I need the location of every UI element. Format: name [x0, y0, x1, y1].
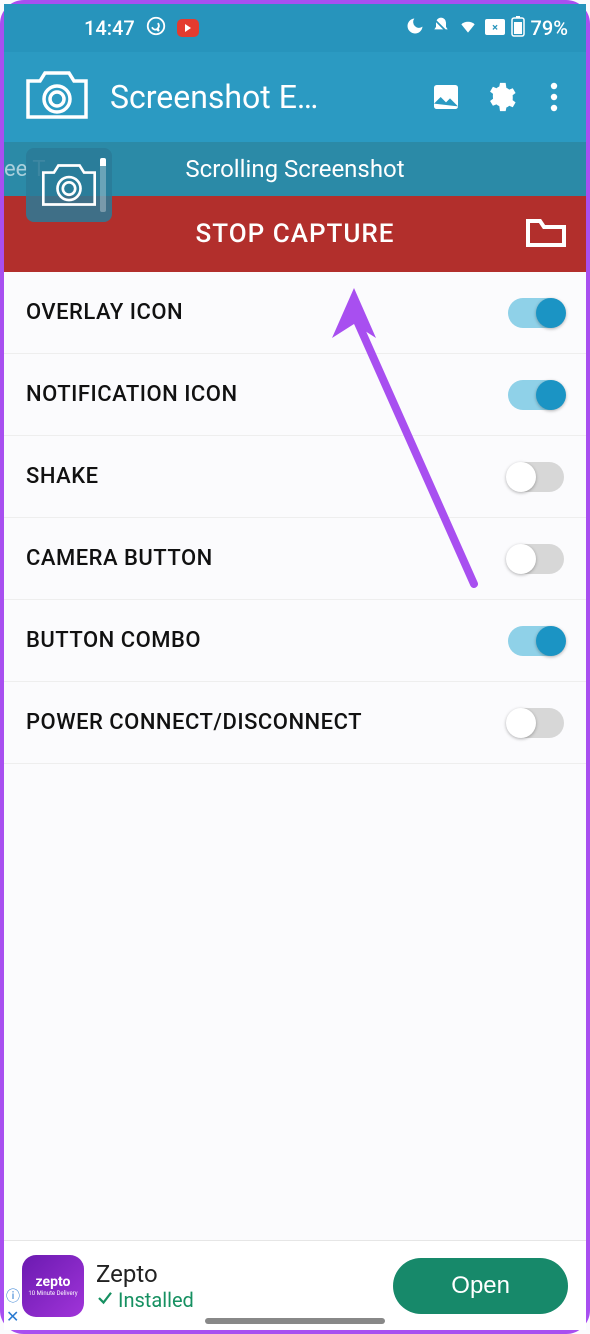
status-time: 14:47	[84, 16, 135, 40]
youtube-icon	[177, 19, 199, 37]
folder-icon[interactable]	[524, 213, 568, 256]
whatsapp-icon	[145, 15, 167, 42]
setting-label: CAMERA BUTTON	[26, 546, 213, 571]
app-bar: Screenshot E…	[4, 52, 586, 142]
ad-logo-text: zepto	[36, 1274, 71, 1290]
setting-label: SHAKE	[26, 464, 99, 489]
bell-off-icon	[431, 16, 451, 41]
overlay-floating-icon[interactable]	[26, 148, 112, 222]
ad-close-icon[interactable]: ✕	[6, 1307, 19, 1326]
setting-label: BUTTON COMBO	[26, 628, 201, 653]
setting-toggle[interactable]	[508, 708, 564, 738]
setting-label: NOTIFICATION ICON	[26, 382, 238, 407]
gallery-icon[interactable]	[428, 79, 464, 115]
app-title: Screenshot E…	[110, 78, 410, 116]
check-icon	[96, 1288, 114, 1312]
battery-percent: 79%	[531, 16, 568, 40]
ad-info-icon[interactable]: ⓘ	[6, 1286, 20, 1306]
setting-row[interactable]: CAMERA BUTTON	[4, 518, 586, 600]
setting-row[interactable]: OVERLAY ICON	[4, 272, 586, 354]
setting-row[interactable]: SHAKE	[4, 436, 586, 518]
settings-list: OVERLAY ICON NOTIFICATION ICON SHAKE CAMERA…	[4, 272, 586, 1240]
ad-banner: ⓘ ✕ zepto 10 Minute Delivery Zepto Insta…	[4, 1240, 586, 1330]
setting-label: POWER CONNECT/DISCONNECT	[26, 710, 362, 735]
setting-row[interactable]: POWER CONNECT/DISCONNECT	[4, 682, 586, 764]
setting-row[interactable]: NOTIFICATION ICON	[4, 354, 586, 436]
stop-capture-label: STOP CAPTURE	[196, 219, 395, 249]
nav-pill[interactable]	[205, 1318, 385, 1324]
settings-icon[interactable]	[482, 79, 518, 115]
setting-label: OVERLAY ICON	[26, 300, 183, 325]
app-camera-icon	[22, 65, 92, 129]
ad-open-button[interactable]: Open	[393, 1258, 568, 1314]
setting-toggle[interactable]	[508, 380, 564, 410]
moon-icon	[405, 16, 425, 41]
ad-subtitle: Installed	[96, 1288, 381, 1312]
setting-row[interactable]: BUTTON COMBO	[4, 600, 586, 682]
setting-toggle[interactable]	[508, 462, 564, 492]
setting-toggle[interactable]	[508, 626, 564, 656]
ad-title: Zepto	[96, 1260, 381, 1288]
ad-logo-sub: 10 Minute Delivery	[28, 1290, 77, 1297]
sub-header-title: Scrolling Screenshot	[185, 155, 404, 183]
ad-logo[interactable]: zepto 10 Minute Delivery	[22, 1255, 84, 1317]
wifi-icon	[457, 16, 479, 41]
setting-toggle[interactable]	[508, 298, 564, 328]
more-icon[interactable]	[536, 79, 572, 115]
setting-toggle[interactable]	[508, 544, 564, 574]
battery-icon	[511, 15, 525, 42]
status-bar: 14:47 × 79%	[4, 4, 586, 52]
svg-text:×: ×	[492, 21, 498, 34]
signal-icon: ×	[485, 16, 505, 40]
ad-subtitle-text: Installed	[118, 1288, 194, 1312]
